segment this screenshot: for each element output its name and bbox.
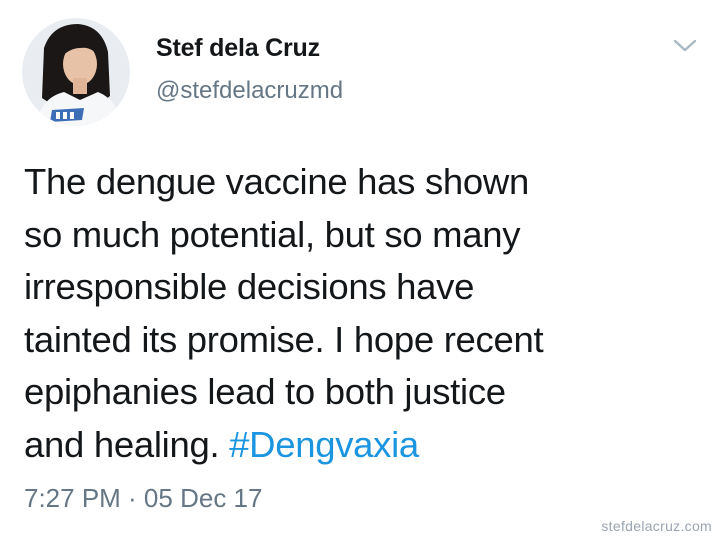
tweet-text-fragment: and healing. [24,423,230,465]
chevron-down-icon[interactable] [672,36,698,56]
display-name[interactable]: Stef dela Cruz [156,34,320,63]
hashtag-link[interactable]: #Dengvaxia [229,424,419,465]
tweet-text-line: irresponsible decisions have [24,266,475,307]
avatar-image [22,18,130,126]
watermark: stefdelacruz.com [601,518,712,534]
tweet-text-line: The dengue vaccine has shown [24,161,529,202]
tweet-text-line: so much potential, but so many [24,213,521,255]
avatar[interactable] [22,18,130,126]
tweet-text-line: tainted its promise. I hope recent [24,318,544,360]
tweet-timestamp[interactable]: 7:27 PM · 05 Dec 17 [24,483,262,514]
tweet-text-line: epiphanies lead to both justice [24,371,506,412]
user-handle[interactable]: @stefdelacruzmd [156,77,343,105]
tweet-card: Stef dela Cruz @stefdelacruzmd The dengu… [0,0,720,539]
tweet-text-last-line: and healing. #Dengvaxia [24,419,700,472]
tweet-text: The dengue vaccine has shown so much pot… [24,156,700,471]
